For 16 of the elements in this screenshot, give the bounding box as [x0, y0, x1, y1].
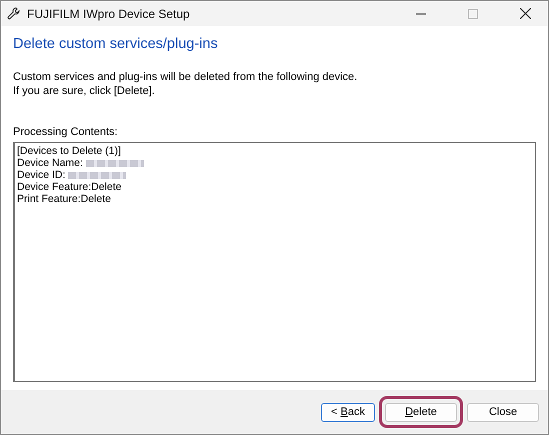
contents-label: Processing Contents: [13, 126, 119, 138]
dialog-button[interactable]: Delete [385, 402, 457, 422]
instruction-text: Custom services and plug-ins will be deleted from the following device. [13, 70, 358, 84]
wrench-icon [7, 6, 21, 20]
instruction-text: If you are sure, click [Delete]. [13, 84, 156, 98]
dialog-button[interactable]: < Back [321, 402, 375, 422]
contents-line: [Devices to Delete (1)] [17, 145, 121, 157]
minimize-icon[interactable] [416, 12, 426, 14]
contents-line: Device Name: [17, 157, 83, 169]
close-icon[interactable] [520, 8, 530, 19]
window-title: FUJIFILM IWpro Device Setup [27, 6, 191, 20]
contents-line: Device ID: [17, 169, 66, 181]
contents-line: Device Feature:Delete [17, 181, 122, 193]
page-heading: Delete custom services/plug-ins [13, 36, 219, 52]
dialog-button[interactable]: Close [467, 402, 539, 422]
contents-line: Print Feature:Delete [17, 193, 111, 205]
